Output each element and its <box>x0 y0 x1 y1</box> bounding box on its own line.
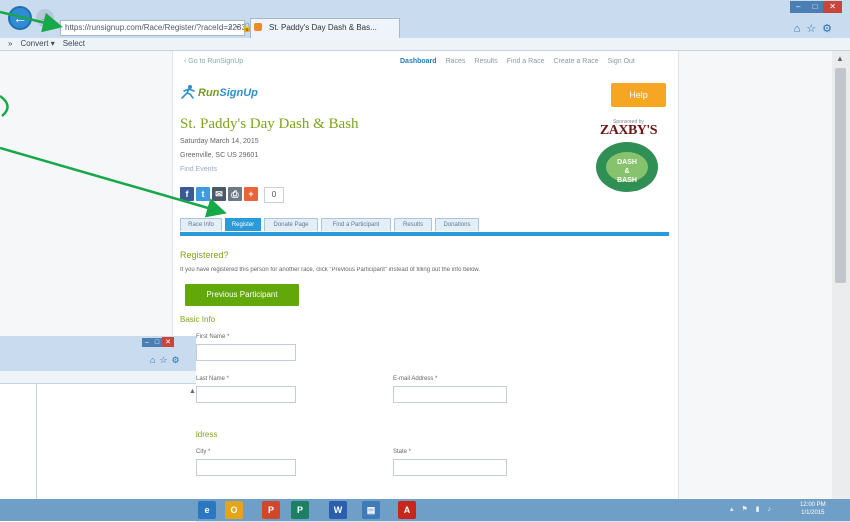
top-nav: Dashboard Races Results Find a Race Create a… <box>400 58 644 65</box>
forward-arrow-icon: → <box>39 12 51 24</box>
registered-heading: Registered? <box>180 250 229 260</box>
print-icon[interactable]: ⎙ <box>228 187 242 201</box>
second-maximize-button[interactable]: □ <box>151 338 163 347</box>
logo-accent-text: SignUp <box>219 87 258 99</box>
taskbar-explorer-icon[interactable]: ▤ <box>362 501 380 519</box>
top-nav-create-race[interactable]: Create a Race <box>554 58 599 65</box>
system-tray-icons[interactable]: ▴ ⚑ ▮ ♪ <box>730 505 774 513</box>
top-nav-sign-out[interactable]: Sign Out <box>608 58 635 65</box>
runner-logo-icon <box>181 85 195 99</box>
state-label: State * <box>393 449 412 455</box>
facebook-icon[interactable]: f <box>180 187 194 201</box>
runsignup-logo[interactable]: RunSignUp <box>198 87 258 99</box>
second-minimize-button[interactable]: – <box>142 338 152 347</box>
taskbar-clock[interactable]: 12:00 PM 1/1/2015 <box>800 501 826 517</box>
tab-underline <box>180 232 669 236</box>
taskbar-powerpoint-icon[interactable]: P <box>262 501 280 519</box>
close-button[interactable]: ✕ <box>823 1 842 13</box>
top-nav-dashboard[interactable]: Dashboard <box>400 58 437 65</box>
scrollbar-thumb[interactable] <box>835 68 846 283</box>
tab-results[interactable]: Results <box>394 218 432 231</box>
twitter-icon[interactable]: t <box>196 187 210 201</box>
sponsor-badge-text: DASH & BASH <box>617 159 637 184</box>
browser-tab-active[interactable]: St. Paddy's Day Dash & Bas... <box>250 18 400 38</box>
city-input[interactable] <box>196 459 296 476</box>
tab-register[interactable]: Register <box>225 218 261 231</box>
forward-button[interactable]: → <box>36 9 54 27</box>
last-name-input[interactable] <box>196 386 296 403</box>
back-arrow-icon: ← <box>13 10 27 26</box>
command-bar: » Convert ▾ Select <box>0 38 850 51</box>
home-favorites-settings-icons[interactable]: ⌂☆⚙ <box>794 22 838 35</box>
event-title: St. Paddy's Day Dash & Bash <box>180 116 359 132</box>
clock-date: 1/1/2015 <box>801 510 825 516</box>
second-close-button[interactable]: ✕ <box>162 337 175 347</box>
second-window-pane-divider[interactable] <box>36 383 37 499</box>
taskbar-acrobat-icon[interactable]: A <box>398 501 416 519</box>
email-icon[interactable]: ✉ <box>212 187 226 201</box>
email-label: E-mail Address * <box>393 376 438 382</box>
share-more-icon[interactable]: + <box>244 187 258 201</box>
second-window-nav-icons[interactable]: ⌂☆⚙ <box>150 355 184 366</box>
registered-instructions: If you have registered this person for a… <box>180 267 481 273</box>
top-nav-find-race[interactable]: Find a Race <box>507 58 545 65</box>
taskbar-ie-icon[interactable]: e <box>198 501 216 519</box>
previous-participant-button[interactable]: Previous Participant <box>185 284 299 306</box>
second-window-command-bar <box>0 371 196 384</box>
find-events-link[interactable]: Find Events <box>180 166 217 173</box>
tab-donate-page[interactable]: Donate Page <box>264 218 318 231</box>
tab-find-participant[interactable]: Find a Participant <box>321 218 391 231</box>
city-label: City * <box>196 449 211 455</box>
top-nav-results[interactable]: Results <box>474 58 497 65</box>
state-input[interactable] <box>393 459 507 476</box>
sponsor-name: ZAXBY'S <box>599 123 658 138</box>
go-to-runsignup-link[interactable]: ‹ Go to RunSignUp <box>184 58 243 65</box>
select-button[interactable]: Select <box>63 39 85 48</box>
minimize-button[interactable]: – <box>790 1 807 13</box>
event-date: Saturday March 14, 2015 <box>180 138 259 145</box>
basic-info-heading: Basic Info <box>180 315 216 324</box>
back-button[interactable]: ← <box>8 6 32 30</box>
maximize-button[interactable]: □ <box>806 1 824 13</box>
last-name-label: Last Name * <box>196 376 230 382</box>
clock-time: 12:00 PM <box>800 502 826 508</box>
scroll-up-icon[interactable]: ▲ <box>836 54 844 63</box>
event-location: Greenville, SC US 29601 <box>180 152 259 159</box>
second-window-controls: – □ ✕ <box>142 337 175 347</box>
first-name-label: First Name * <box>196 334 230 340</box>
taskbar-outlook-icon[interactable]: O <box>225 501 243 519</box>
second-window-scroll-up-icon[interactable]: ▲ <box>189 388 196 395</box>
logo-main-text: Run <box>198 87 220 99</box>
tab-donations[interactable]: Donations <box>435 218 479 231</box>
share-count: 0 <box>264 187 284 203</box>
email-input[interactable] <box>393 386 507 403</box>
window-controls: – □ ✕ <box>790 0 842 14</box>
command-bar-overflow[interactable]: » <box>8 39 12 48</box>
windows-taskbar <box>0 499 850 521</box>
address-bar[interactable]: https://runsignup.com/Race/Register/?rac… <box>60 20 245 36</box>
tab-favicon-icon <box>254 23 262 31</box>
tab-race-info[interactable]: Race Info <box>180 218 222 231</box>
first-name-input[interactable] <box>196 344 296 361</box>
taskbar-word-icon[interactable]: W <box>329 501 347 519</box>
taskbar-publisher-icon[interactable]: P <box>291 501 309 519</box>
top-nav-races[interactable]: Races <box>446 58 466 65</box>
event-tab-strip: Race Info Register Donate Page Find a Pa… <box>180 218 669 232</box>
convert-button[interactable]: Convert ▾ <box>20 39 54 48</box>
help-button[interactable]: Help <box>611 83 666 107</box>
